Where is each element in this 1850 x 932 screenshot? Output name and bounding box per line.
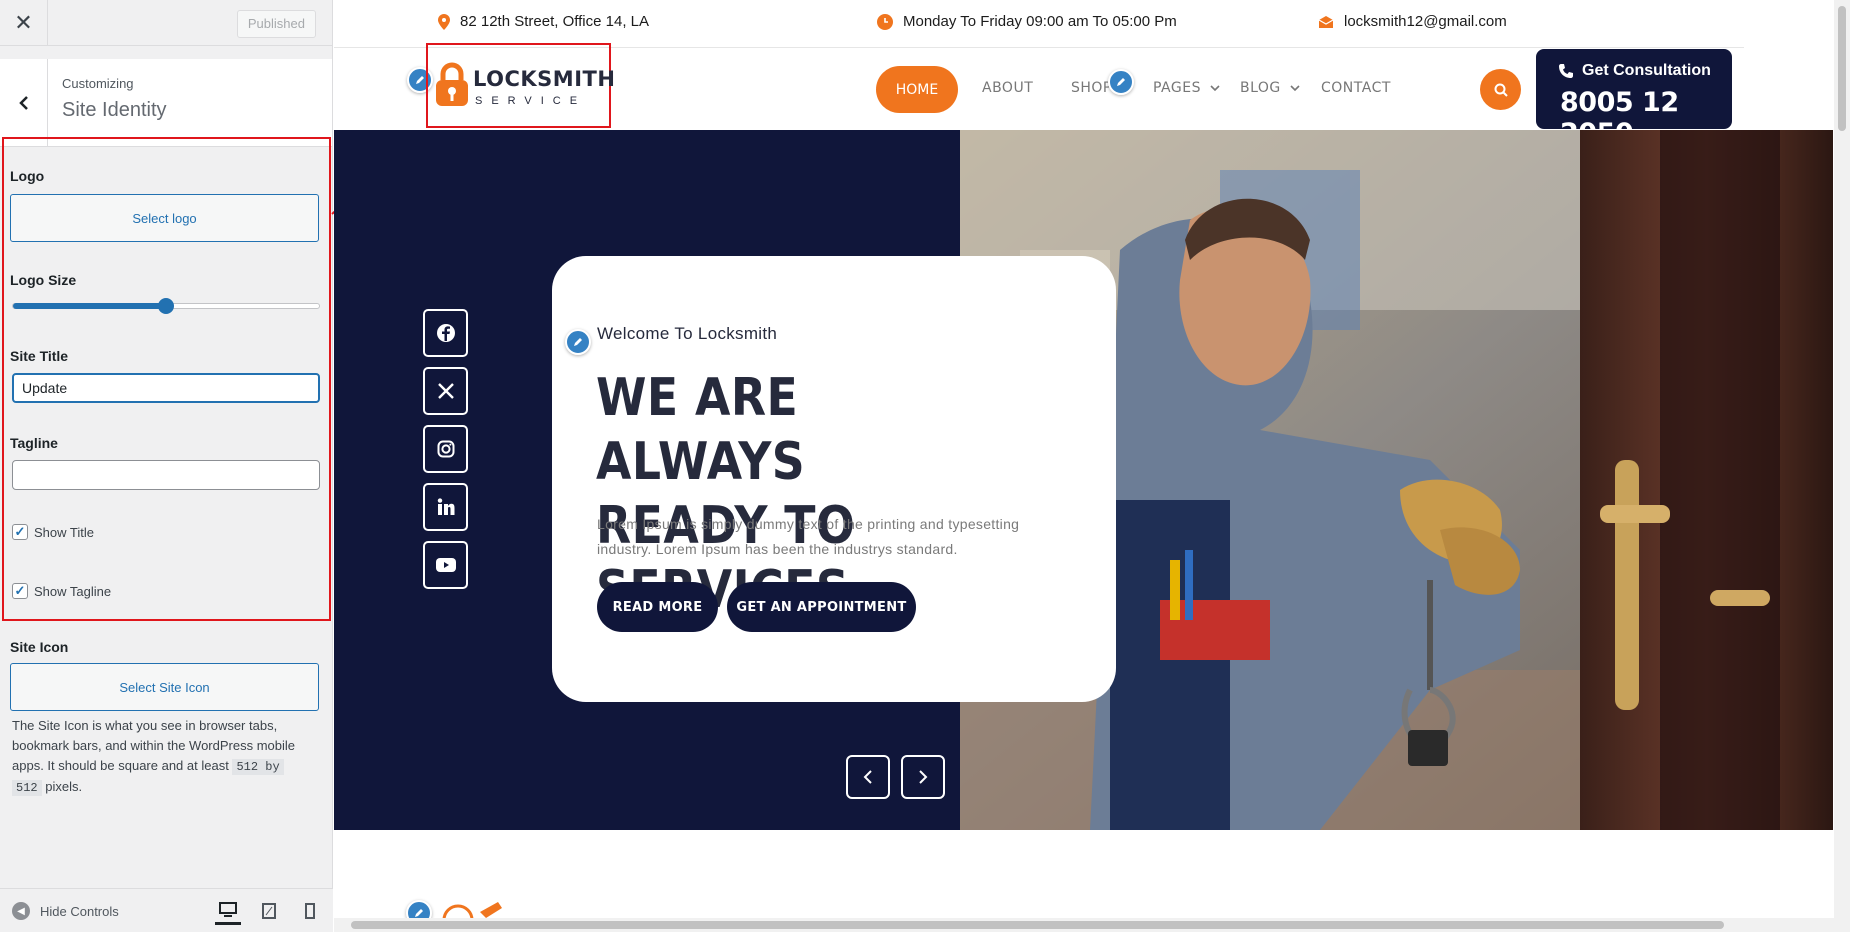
show-tagline-checkbox[interactable]: ✓ [12, 583, 28, 599]
preview-vertical-scrollbar[interactable] [1834, 0, 1850, 932]
desktop-preview-button[interactable] [215, 897, 241, 925]
chevron-down-icon [1290, 84, 1300, 91]
publish-button[interactable]: Published [236, 10, 316, 38]
envelope-icon [1318, 15, 1334, 28]
preview-horizontal-scrollbar[interactable] [334, 918, 1834, 932]
site-title-label: Site Title [10, 348, 69, 364]
section-title: Site Identity [62, 99, 167, 121]
edit-hero-icon[interactable] [565, 329, 591, 355]
facebook-icon [436, 324, 455, 342]
select-site-icon-button[interactable]: Select Site Icon [10, 663, 319, 711]
nav-shop[interactable]: SHOP [1071, 80, 1112, 96]
x-icon [437, 383, 454, 399]
search-button[interactable] [1480, 69, 1521, 110]
site-icon-label: Site Icon [10, 639, 69, 655]
mobile-preview-button[interactable] [297, 897, 323, 925]
consultation-title: Get Consultation [1558, 62, 1711, 80]
nav-blog-label: BLOG [1240, 80, 1281, 96]
vertical-scroll-thumb[interactable] [1838, 6, 1846, 131]
slider-next-button[interactable] [901, 755, 945, 799]
youtube-icon [435, 558, 456, 572]
site-title-input[interactable]: Update [12, 373, 320, 403]
logo-size-slider-thumb[interactable] [158, 298, 174, 314]
tablet-preview-button[interactable] [256, 897, 282, 925]
site-icon-description: The Site Icon is what you see in browser… [12, 716, 312, 798]
chevron-left-icon [18, 96, 28, 110]
section-decoration-icon [442, 902, 502, 920]
hero-card: Welcome To Locksmith WE ARE ALWAYS READY… [552, 256, 1116, 702]
size-code-2: 512 [12, 780, 42, 796]
breadcrumb: Customizing [62, 76, 134, 91]
padlock-icon [436, 62, 468, 106]
linkedin-icon [437, 498, 454, 515]
show-tagline-option[interactable]: ✓ Show Tagline [12, 583, 111, 599]
nav-blog[interactable]: BLOG [1240, 80, 1300, 96]
slider-prev-button[interactable] [846, 755, 890, 799]
instagram-icon [437, 440, 454, 458]
phone-icon [1559, 64, 1573, 78]
x-link[interactable] [423, 367, 468, 415]
linkedin-link[interactable] [423, 483, 468, 531]
consultation-box[interactable]: Get Consultation 8005 12 2050 [1536, 49, 1732, 149]
location-pin-icon [438, 13, 450, 30]
hours-text: Monday To Friday 09:00 am To 05:00 Pm [903, 13, 1177, 30]
address-text: 82 12th Street, Office 14, LA [460, 13, 650, 30]
collapse-icon: ◀ [12, 902, 30, 920]
nav-contact[interactable]: CONTACT [1321, 80, 1391, 96]
clock-icon [877, 13, 893, 30]
size-code: 512 by [232, 759, 284, 775]
nav-about[interactable]: ABOUT [982, 80, 1033, 96]
tablet-icon [262, 903, 276, 919]
edit-menu-icon[interactable] [1108, 69, 1134, 95]
hero-welcome: Welcome To Locksmith [597, 324, 778, 343]
logo-size-slider[interactable] [12, 298, 320, 314]
logo-wordmark: LOCKSMITH [473, 67, 616, 91]
facebook-link[interactable] [423, 309, 468, 357]
email-text: locksmith12@gmail.com [1344, 13, 1507, 30]
address-info: 82 12th Street, Office 14, LA [438, 13, 649, 30]
search-icon [1494, 83, 1508, 97]
horizontal-scroll-thumb[interactable] [351, 921, 1724, 929]
logo-subtitle: SERVICE [475, 95, 587, 107]
tagline-input[interactable] [12, 460, 320, 490]
logo-size-label: Logo Size [10, 272, 77, 288]
customizer-header: ✕ Published [0, 0, 332, 46]
customizer-sidebar: ✕ Published Customizing Site Identity Lo… [0, 0, 333, 932]
site-preview: 82 12th Street, Office 14, LA Monday To … [334, 0, 1850, 932]
site-logo[interactable]: LOCKSMITH SERVICE [426, 43, 615, 128]
nav-pages[interactable]: PAGES [1153, 80, 1220, 96]
youtube-link[interactable] [423, 541, 468, 589]
mobile-icon [305, 903, 315, 919]
nav-home[interactable]: HOME [876, 66, 958, 113]
show-title-label: Show Title [34, 524, 94, 540]
section-header: Customizing Site Identity [0, 59, 332, 147]
select-logo-button[interactable]: Select logo [10, 194, 319, 242]
chevron-left-icon [863, 770, 872, 784]
show-tagline-label: Show Tagline [34, 583, 112, 599]
email-info: locksmith12@gmail.com [1318, 13, 1507, 30]
desktop-icon [219, 901, 237, 917]
customizer-footer: ◀ Hide Controls [0, 888, 333, 932]
show-title-option[interactable]: ✓ Show Title [12, 524, 94, 540]
hours-info: Monday To Friday 09:00 am To 05:00 Pm [877, 13, 1177, 30]
appointment-button[interactable]: GET AN APPOINTMENT [727, 582, 916, 632]
chevron-right-icon [919, 770, 928, 784]
consultation-title-text: Get Consultation [1582, 62, 1711, 79]
chevron-down-icon [1210, 84, 1220, 91]
nav-pages-label: PAGES [1153, 80, 1201, 96]
hero-heading-line1: WE ARE ALWAYS [596, 368, 806, 492]
logo-label: Logo [10, 168, 45, 184]
logo-size-slider-fill [13, 303, 166, 309]
instagram-link[interactable] [423, 425, 468, 473]
tagline-label: Tagline [10, 435, 58, 451]
show-title-checkbox[interactable]: ✓ [12, 524, 28, 540]
hide-controls-button[interactable]: ◀ Hide Controls [12, 902, 119, 920]
read-more-button[interactable]: READ MORE [597, 582, 718, 632]
hero-text: Lorem Ipsum is simply dummy text of the … [597, 516, 1020, 557]
site-icon-desc-end: pixels. [41, 779, 83, 794]
hide-controls-label: Hide Controls [40, 903, 119, 919]
top-bar: 82 12th Street, Office 14, LA Monday To … [334, 0, 1744, 48]
back-button[interactable] [0, 59, 48, 147]
close-icon[interactable]: ✕ [0, 0, 48, 46]
